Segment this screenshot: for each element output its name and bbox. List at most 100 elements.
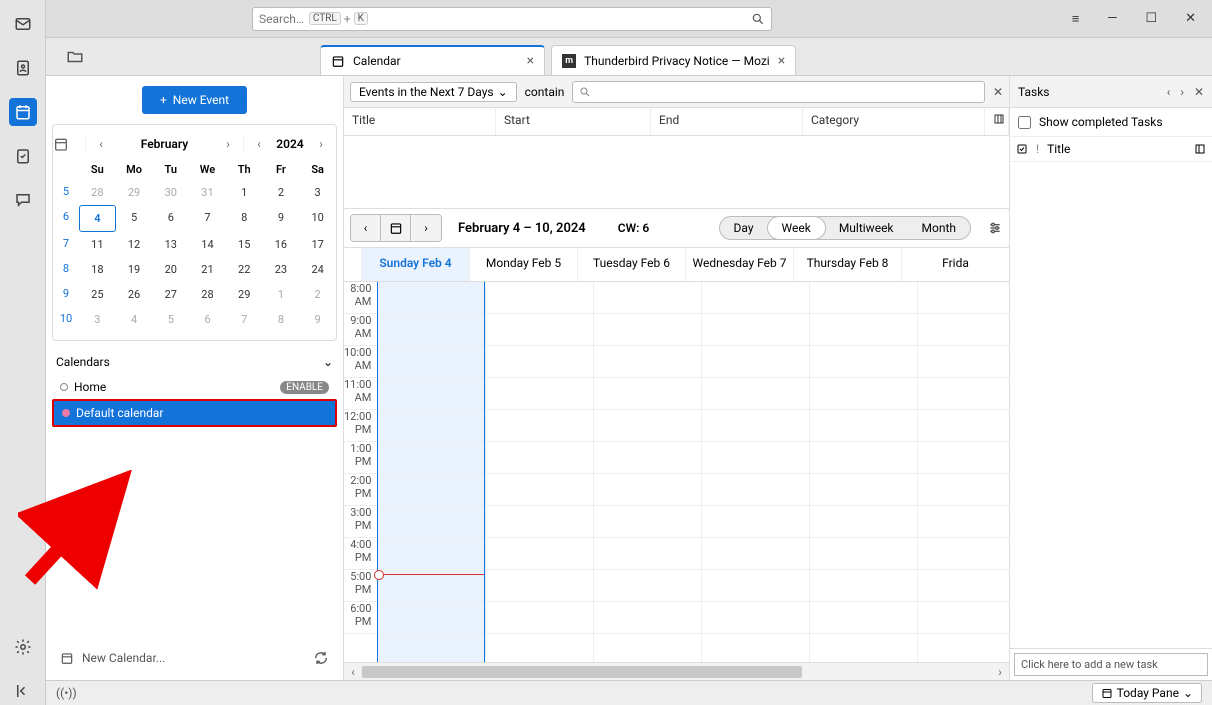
- time-slot[interactable]: [918, 474, 1009, 506]
- minical-today-icon[interactable]: [53, 136, 85, 152]
- minical-day[interactable]: 9: [299, 307, 336, 332]
- weekday-header[interactable]: Wednesday Feb 7: [685, 248, 793, 281]
- time-slot[interactable]: [702, 442, 809, 474]
- time-slot[interactable]: [702, 602, 809, 634]
- time-slot[interactable]: [378, 602, 484, 634]
- time-slot[interactable]: [810, 378, 917, 410]
- add-task-input[interactable]: Click here to add a new task: [1014, 653, 1208, 676]
- time-slot[interactable]: [378, 314, 484, 346]
- time-slot[interactable]: [918, 570, 1009, 602]
- minical-day[interactable]: 31: [189, 180, 226, 205]
- time-slot[interactable]: [810, 602, 917, 634]
- time-slot[interactable]: [702, 506, 809, 538]
- maximize-icon[interactable]: ☐: [1145, 11, 1157, 27]
- connection-icon[interactable]: ((•)): [56, 686, 77, 700]
- minical-day[interactable]: 6: [152, 205, 189, 232]
- minical-day[interactable]: 18: [79, 257, 116, 282]
- events-col-start[interactable]: Start: [496, 108, 651, 135]
- chat-icon[interactable]: [9, 186, 37, 214]
- time-slot[interactable]: [594, 538, 701, 570]
- addressbook-icon[interactable]: [9, 54, 37, 82]
- tab-privacy[interactable]: m Thunderbird Privacy Notice — Mozi ×: [551, 45, 796, 75]
- task-column-picker-icon[interactable]: [1194, 143, 1206, 155]
- calendar-item-home[interactable]: Home ENABLE: [52, 375, 337, 399]
- time-slot[interactable]: [918, 602, 1009, 634]
- minical-day[interactable]: 5: [152, 307, 189, 332]
- collapse-icon[interactable]: [9, 677, 37, 705]
- filter-search-input[interactable]: [572, 81, 985, 103]
- time-slot[interactable]: [810, 442, 917, 474]
- minical-day[interactable]: 8: [263, 307, 300, 332]
- time-slot[interactable]: [378, 538, 484, 570]
- time-slot[interactable]: [486, 282, 593, 314]
- tasks-icon[interactable]: [9, 142, 37, 170]
- time-slot[interactable]: [486, 538, 593, 570]
- settings-icon[interactable]: [9, 633, 37, 661]
- today-pane-button[interactable]: Today Pane ⌄: [1092, 683, 1202, 703]
- tab-calendar[interactable]: Calendar ×: [320, 45, 545, 75]
- global-search[interactable]: Search… CTRL + K: [252, 7, 772, 31]
- time-slot[interactable]: [918, 442, 1009, 474]
- minimize-icon[interactable]: —: [1107, 11, 1117, 27]
- time-slot[interactable]: [486, 346, 593, 378]
- time-slot[interactable]: [594, 570, 701, 602]
- time-slot[interactable]: [810, 346, 917, 378]
- minical-day[interactable]: 3: [299, 180, 336, 205]
- minical-day[interactable]: 7: [189, 205, 226, 232]
- scrollbar-thumb[interactable]: [362, 666, 802, 678]
- task-title-col[interactable]: Title: [1047, 142, 1070, 156]
- view-options-icon[interactable]: [987, 220, 1003, 236]
- time-slot[interactable]: [918, 346, 1009, 378]
- time-slot[interactable]: [810, 282, 917, 314]
- events-col-category[interactable]: Category: [803, 108, 985, 135]
- time-slot[interactable]: [810, 538, 917, 570]
- tasks-close-icon[interactable]: ✕: [1194, 85, 1204, 99]
- tab-close-icon[interactable]: ×: [778, 53, 785, 69]
- minical-day[interactable]: 22: [226, 257, 263, 282]
- minical-day[interactable]: 14: [189, 232, 226, 257]
- time-slot[interactable]: [486, 506, 593, 538]
- time-slot[interactable]: [810, 570, 917, 602]
- minical-day[interactable]: 26: [116, 282, 153, 307]
- weekday-header[interactable]: Monday Feb 5: [469, 248, 577, 281]
- tasks-prev-icon[interactable]: ‹: [1167, 85, 1171, 99]
- minical-day[interactable]: 15: [226, 232, 263, 257]
- view-month-button[interactable]: Month: [908, 217, 970, 239]
- time-slot[interactable]: [594, 378, 701, 410]
- calendars-header[interactable]: Calendars ⌄: [52, 341, 337, 375]
- time-slot[interactable]: [702, 570, 809, 602]
- time-slot[interactable]: [702, 282, 809, 314]
- next-month-button[interactable]: ›: [213, 137, 243, 151]
- time-slot[interactable]: [594, 314, 701, 346]
- enable-badge[interactable]: ENABLE: [280, 381, 329, 394]
- minical-day[interactable]: 13: [152, 232, 189, 257]
- minical-day[interactable]: 4: [79, 205, 116, 232]
- time-slot[interactable]: [918, 410, 1009, 442]
- time-slot[interactable]: [378, 474, 484, 506]
- time-slot[interactable]: [378, 378, 484, 410]
- app-menu-icon[interactable]: ≡: [1072, 11, 1080, 27]
- show-completed-checkbox[interactable]: [1018, 116, 1031, 129]
- weekday-header[interactable]: Sunday Feb 4: [361, 248, 469, 281]
- weekday-header[interactable]: Tuesday Feb 6: [577, 248, 685, 281]
- minical-day[interactable]: 5: [116, 205, 153, 232]
- time-slot[interactable]: [378, 506, 484, 538]
- nav-next-button[interactable]: ›: [411, 215, 441, 241]
- prev-month-button[interactable]: ‹: [86, 137, 116, 151]
- time-slot[interactable]: [702, 474, 809, 506]
- next-year-button[interactable]: ›: [306, 137, 336, 151]
- time-slot[interactable]: [702, 378, 809, 410]
- minical-day[interactable]: 6: [189, 307, 226, 332]
- minical-day[interactable]: 10: [299, 205, 336, 232]
- time-slot[interactable]: [378, 442, 484, 474]
- refresh-icon[interactable]: [313, 650, 329, 666]
- minical-day[interactable]: 8: [226, 205, 263, 232]
- time-slot[interactable]: [810, 314, 917, 346]
- time-slot[interactable]: [378, 346, 484, 378]
- view-day-button[interactable]: Day: [720, 217, 768, 239]
- tab-close-icon[interactable]: ×: [527, 53, 534, 69]
- tasks-next-icon[interactable]: ›: [1180, 85, 1184, 99]
- time-slot[interactable]: [594, 474, 701, 506]
- minical-day[interactable]: 28: [189, 282, 226, 307]
- minical-day[interactable]: 12: [116, 232, 153, 257]
